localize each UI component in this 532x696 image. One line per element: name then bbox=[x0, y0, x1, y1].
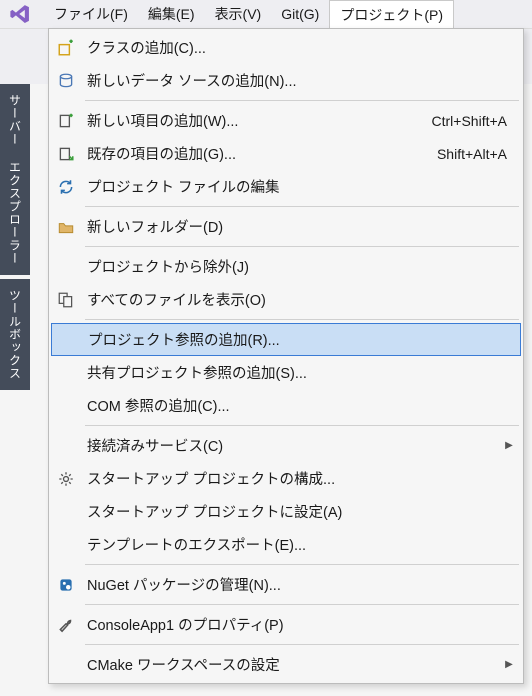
separator bbox=[85, 319, 519, 320]
menuitem-manage-nuget-packages[interactable]: NuGet パッケージの管理(N)... bbox=[51, 568, 521, 601]
menuitem-label: CMake ワークスペースの設定 bbox=[81, 654, 505, 675]
separator bbox=[85, 246, 519, 247]
menu-view[interactable]: 表示(V) bbox=[205, 0, 272, 28]
existing-item-icon bbox=[51, 137, 81, 170]
wrench-icon bbox=[51, 608, 81, 641]
menu-project-label: プロジェクト(P) bbox=[340, 5, 443, 25]
menu-edit-label: 編集(E) bbox=[148, 4, 195, 24]
side-tab-label: ツールボックス bbox=[7, 289, 24, 380]
menuitem-show-all-files[interactable]: すべてのファイルを表示(O) bbox=[51, 283, 521, 316]
refresh-icon bbox=[51, 170, 81, 203]
menuitem-label: ConsoleApp1 のプロパティ(P) bbox=[81, 614, 505, 635]
menuitem-connected-services[interactable]: 接続済みサービス(C) ▶ bbox=[51, 429, 521, 462]
menu-file-label: ファイル(F) bbox=[54, 4, 128, 24]
menuitem-exclude-from-project[interactable]: プロジェクトから除外(J) bbox=[51, 250, 521, 283]
menuitem-label: プロジェクト ファイルの編集 bbox=[81, 176, 505, 197]
menuitem-label: プロジェクト参照の追加(R)... bbox=[82, 329, 504, 350]
menuitem-shortcut: Shift+Alt+A bbox=[437, 146, 521, 162]
separator bbox=[85, 100, 519, 101]
project-menu-dropdown: クラスの追加(C)... 新しいデータ ソースの追加(N)... 新しい項目の追… bbox=[48, 28, 524, 684]
separator bbox=[85, 425, 519, 426]
chevron-right-icon: ▶ bbox=[505, 659, 521, 670]
menuitem-add-class[interactable]: クラスの追加(C)... bbox=[51, 31, 521, 64]
menuitem-label: 新しい項目の追加(W)... bbox=[81, 110, 432, 131]
show-all-icon bbox=[51, 283, 81, 316]
blank-icon bbox=[51, 429, 81, 462]
menuitem-add-shared-project-reference[interactable]: 共有プロジェクト参照の追加(S)... bbox=[51, 356, 521, 389]
menu-edit[interactable]: 編集(E) bbox=[138, 0, 205, 28]
menu-project[interactable]: プロジェクト(P) bbox=[329, 0, 454, 28]
new-folder-icon bbox=[51, 210, 81, 243]
menuitem-project-properties[interactable]: ConsoleApp1 のプロパティ(P) bbox=[51, 608, 521, 641]
blank-icon bbox=[51, 528, 81, 561]
blank-icon bbox=[52, 324, 82, 355]
menubar: ファイル(F) 編集(E) 表示(V) Git(G) プロジェクト(P) bbox=[0, 0, 532, 28]
nuget-icon bbox=[51, 568, 81, 601]
separator bbox=[85, 604, 519, 605]
menuitem-label: 新しいフォルダー(D) bbox=[81, 216, 505, 237]
side-tab-toolbox[interactable]: ツールボックス bbox=[0, 279, 30, 390]
blank-icon bbox=[51, 250, 81, 283]
menuitem-label: 接続済みサービス(C) bbox=[81, 435, 505, 456]
blank-icon bbox=[51, 495, 81, 528]
add-class-icon bbox=[51, 31, 81, 64]
menuitem-label: 既存の項目の追加(G)... bbox=[81, 143, 437, 164]
menuitem-new-folder[interactable]: 新しいフォルダー(D) bbox=[51, 210, 521, 243]
menuitem-add-new-item[interactable]: 新しい項目の追加(W)... Ctrl+Shift+A bbox=[51, 104, 521, 137]
new-item-icon bbox=[51, 104, 81, 137]
menuitem-add-data-source[interactable]: 新しいデータ ソースの追加(N)... bbox=[51, 64, 521, 97]
visual-studio-logo-icon bbox=[8, 2, 32, 26]
separator bbox=[85, 644, 519, 645]
data-source-icon bbox=[51, 64, 81, 97]
menuitem-label: COM 参照の追加(C)... bbox=[81, 395, 505, 416]
menuitem-shortcut: Ctrl+Shift+A bbox=[432, 113, 521, 129]
menu-view-label: 表示(V) bbox=[215, 4, 262, 24]
blank-icon bbox=[51, 389, 81, 422]
menuitem-label: テンプレートのエクスポート(E)... bbox=[81, 534, 505, 555]
gear-icon bbox=[51, 462, 81, 495]
blank-icon bbox=[51, 648, 81, 681]
menuitem-cmake-workspace-settings[interactable]: CMake ワークスペースの設定 ▶ bbox=[51, 648, 521, 681]
menuitem-label: NuGet パッケージの管理(N)... bbox=[81, 574, 505, 595]
menuitem-label: プロジェクトから除外(J) bbox=[81, 256, 505, 277]
menu-git[interactable]: Git(G) bbox=[271, 0, 329, 28]
menuitem-label: 新しいデータ ソースの追加(N)... bbox=[81, 70, 505, 91]
menuitem-label: スタートアップ プロジェクトに設定(A) bbox=[81, 501, 505, 522]
menuitem-set-as-startup-project[interactable]: スタートアップ プロジェクトに設定(A) bbox=[51, 495, 521, 528]
separator bbox=[85, 564, 519, 565]
menuitem-label: 共有プロジェクト参照の追加(S)... bbox=[81, 362, 505, 383]
menuitem-export-template[interactable]: テンプレートのエクスポート(E)... bbox=[51, 528, 521, 561]
menuitem-configure-startup-projects[interactable]: スタートアップ プロジェクトの構成... bbox=[51, 462, 521, 495]
blank-icon bbox=[51, 356, 81, 389]
menuitem-edit-project-file[interactable]: プロジェクト ファイルの編集 bbox=[51, 170, 521, 203]
menu-file[interactable]: ファイル(F) bbox=[44, 0, 138, 28]
menu-git-label: Git(G) bbox=[281, 6, 319, 22]
side-tabs: サーバー エクスプローラー ツールボックス bbox=[0, 84, 30, 394]
chevron-right-icon: ▶ bbox=[505, 440, 521, 451]
side-tab-label: サーバー エクスプローラー bbox=[7, 94, 24, 265]
menuitem-label: スタートアップ プロジェクトの構成... bbox=[81, 468, 505, 489]
menuitem-add-project-reference[interactable]: プロジェクト参照の追加(R)... bbox=[51, 323, 521, 356]
menuitem-add-existing-item[interactable]: 既存の項目の追加(G)... Shift+Alt+A bbox=[51, 137, 521, 170]
separator bbox=[85, 206, 519, 207]
side-tab-server-explorer[interactable]: サーバー エクスプローラー bbox=[0, 84, 30, 275]
menuitem-label: クラスの追加(C)... bbox=[81, 37, 505, 58]
menuitem-label: すべてのファイルを表示(O) bbox=[81, 289, 505, 310]
menuitem-add-com-reference[interactable]: COM 参照の追加(C)... bbox=[51, 389, 521, 422]
